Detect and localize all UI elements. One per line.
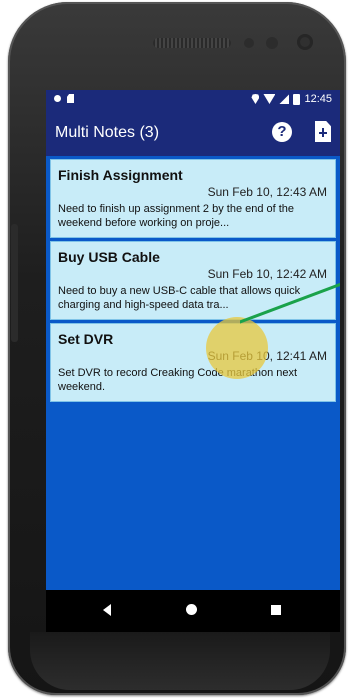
proximity-sensor — [244, 38, 254, 48]
note-text: Need to buy a new USB-C cable that allow… — [58, 285, 301, 311]
volume-button — [11, 224, 18, 342]
battery-icon — [293, 93, 301, 105]
notification-dot-icon — [54, 95, 61, 102]
location-icon — [251, 94, 260, 104]
note-item[interactable]: Buy USB Cable Sun Feb 10, 12:42 AM Need … — [50, 241, 336, 320]
signal-icon — [279, 94, 290, 104]
note-item[interactable]: Finish Assignment Sun Feb 10, 12:43 AM N… — [50, 159, 336, 238]
light-sensor — [266, 37, 278, 49]
notes-list: Finish Assignment Sun Feb 10, 12:43 AM N… — [50, 159, 336, 405]
note-date: Sun Feb 10, 12:43 AM — [207, 185, 327, 199]
phone-screen: 12:45 Multi Notes (3) ? Finish Assignmen… — [46, 90, 340, 632]
app-bar: Multi Notes (3) ? — [46, 110, 340, 156]
wifi-icon — [263, 94, 276, 104]
home-icon[interactable] — [186, 604, 197, 615]
phone-chin — [30, 632, 330, 690]
note-text: Set DVR to record Creaking Code marathon… — [58, 367, 298, 393]
status-time: 12:45 — [304, 93, 332, 105]
earpiece-speaker — [153, 38, 231, 48]
front-camera-icon — [297, 34, 313, 50]
navigation-bar — [46, 590, 340, 632]
help-icon[interactable]: ? — [272, 122, 292, 142]
back-icon[interactable] — [103, 604, 111, 616]
status-bar: 12:45 — [46, 90, 340, 110]
note-text: Need to finish up assignment 2 by the en… — [58, 203, 295, 229]
app-title: Multi Notes (3) — [55, 124, 160, 141]
note-date: Sun Feb 10, 12:42 AM — [207, 267, 327, 281]
note-title: Finish Assignment — [58, 167, 183, 183]
tap-indicator — [206, 317, 268, 379]
note-title: Buy USB Cable — [58, 249, 160, 265]
add-note-icon[interactable] — [315, 121, 331, 142]
recents-icon[interactable] — [271, 605, 281, 615]
note-title: Set DVR — [58, 331, 114, 347]
phone-frame: 12:45 Multi Notes (3) ? Finish Assignmen… — [8, 2, 346, 695]
note-item[interactable]: Set DVR Sun Feb 10, 12:41 AM Set DVR to … — [50, 323, 336, 402]
sim-card-icon — [67, 94, 74, 103]
